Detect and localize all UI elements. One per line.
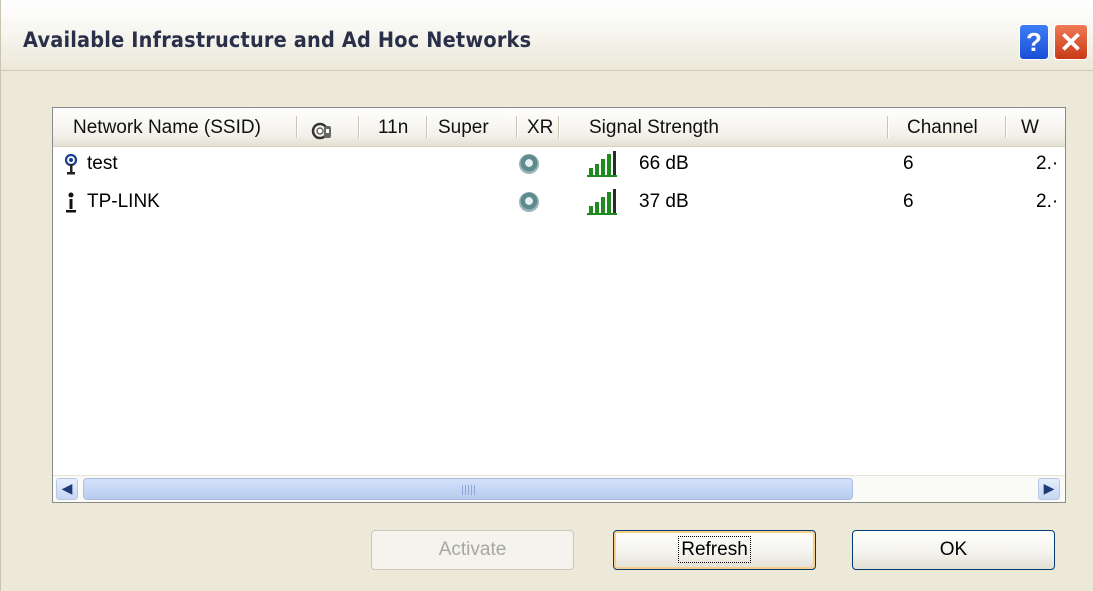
row-ssid: TP-LINK — [87, 191, 160, 212]
row-signal: 66 dB — [639, 153, 689, 174]
network-list[interactable]: Network Name (SSID) 11n Super XR Signal … — [52, 107, 1066, 503]
column-header-11n[interactable]: 11n — [378, 108, 408, 146]
chevron-left-icon: ◀ — [61, 481, 73, 497]
help-icon: ? — [1026, 26, 1042, 57]
refresh-button[interactable]: Refresh — [613, 530, 816, 570]
column-divider[interactable] — [1005, 116, 1006, 138]
scroll-left-button[interactable]: ◀ — [56, 478, 78, 500]
close-icon: ✕ — [1059, 26, 1083, 58]
row-signal: 37 dB — [639, 191, 689, 212]
column-header-wireless-mode[interactable]: W — [1021, 108, 1063, 146]
column-divider[interactable] — [516, 116, 517, 138]
access-point-antenna-icon — [64, 153, 78, 175]
help-button[interactable]: ? — [1019, 24, 1049, 60]
column-divider[interactable] — [558, 116, 559, 138]
row-wireless-mode: 2.· — [1036, 191, 1059, 212]
list-header: Network Name (SSID) 11n Super XR Signal … — [53, 108, 1065, 147]
column-header-security[interactable] — [311, 117, 333, 140]
xr-badge-icon — [519, 154, 539, 174]
grip-icon — [462, 485, 476, 495]
signal-bars-icon — [587, 189, 617, 215]
lock-key-icon — [311, 122, 331, 140]
dialog-window: Available Infrastructure and Ad Hoc Netw… — [0, 0, 1093, 591]
scroll-thumb[interactable] — [83, 478, 853, 500]
xr-badge-icon — [519, 192, 539, 212]
row-channel: 6 — [903, 191, 914, 212]
signal-bars-icon — [587, 151, 617, 177]
title-bar: Available Infrastructure and Ad Hoc Netw… — [1, 0, 1093, 71]
column-divider[interactable] — [426, 116, 427, 138]
activate-button[interactable]: Activate — [371, 530, 574, 570]
window-title: Available Infrastructure and Ad Hoc Netw… — [23, 28, 532, 52]
ok-button[interactable]: OK — [852, 530, 1055, 570]
adhoc-station-icon — [66, 192, 76, 213]
row-channel: 6 — [903, 153, 914, 174]
close-button[interactable]: ✕ — [1054, 24, 1088, 60]
ok-label: OK — [939, 539, 968, 560]
row-ssid: test — [87, 153, 118, 174]
row-wireless-mode: 2.· — [1036, 153, 1059, 174]
column-header-channel[interactable]: Channel — [907, 108, 978, 146]
column-divider[interactable] — [887, 116, 888, 138]
horizontal-scrollbar[interactable]: ◀ ▶ — [53, 475, 1065, 502]
column-header-super[interactable]: Super — [438, 108, 489, 146]
column-divider[interactable] — [296, 116, 297, 138]
table-row[interactable]: TP-LINK 37 dB 6 2.· — [53, 189, 1065, 215]
column-header-signal[interactable]: Signal Strength — [589, 108, 719, 146]
column-divider[interactable] — [358, 116, 359, 138]
activate-label: Activate — [438, 539, 507, 560]
chevron-right-icon: ▶ — [1043, 481, 1055, 497]
scroll-right-button[interactable]: ▶ — [1038, 478, 1060, 500]
column-header-xr[interactable]: XR — [527, 108, 553, 146]
refresh-label: Refresh — [678, 536, 751, 563]
table-row[interactable]: test 66 dB 6 2.· — [53, 151, 1065, 177]
column-header-ssid[interactable]: Network Name (SSID) — [73, 108, 261, 146]
